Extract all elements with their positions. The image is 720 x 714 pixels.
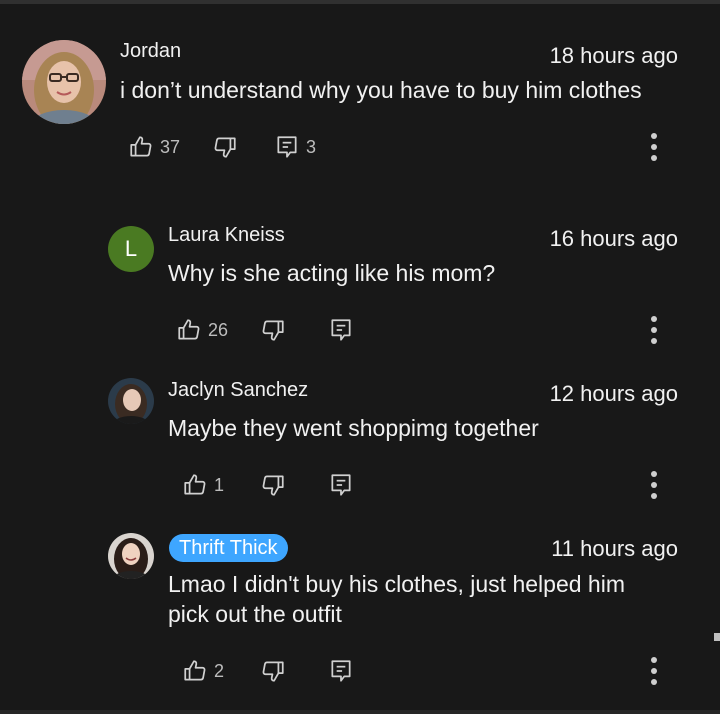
comment-timestamp[interactable]: 11 hours ago [551,536,678,562]
reply-button[interactable] [328,471,354,499]
top-divider [0,0,720,4]
thumbs-down-icon [260,472,286,498]
comment-author[interactable]: Jordan [120,40,181,63]
comment-text: Maybe they went shoppimg together [168,415,539,441]
creator-badge[interactable]: Thrift Thick [169,534,288,562]
comment-timestamp[interactable]: 16 hours ago [550,226,678,252]
comment-timestamp[interactable]: 18 hours ago [550,43,678,69]
more-vert-icon[interactable] [648,315,660,345]
like-count: 37 [160,136,181,157]
thumbs-up-icon [128,134,154,160]
thumbs-down-icon [260,317,286,343]
comment-actions: 26 [176,316,476,344]
more-vert-icon[interactable] [648,656,660,686]
comment-text: Lmao I didn't buy his clothes, just help… [168,569,625,629]
dislike-button[interactable] [260,316,286,344]
reply-icon [274,134,300,160]
thumbs-up-icon [182,472,208,498]
comment-actions: 2 [182,657,482,685]
avatar-letter: L [108,226,154,272]
comment-text-line: Lmao I didn't buy his clothes, just help… [168,571,625,597]
reply-icon [328,317,354,343]
avatar[interactable]: L [108,226,154,272]
like-count: 26 [208,319,229,340]
avatar[interactable] [22,40,106,124]
comment-actions: 1 [182,471,482,499]
reply-icon [328,658,354,684]
thumbs-down-icon [260,658,286,684]
thumbs-up-icon [182,658,208,684]
scrollbar[interactable] [714,633,720,641]
comment-actions: 37 3 [128,133,488,161]
like-button[interactable]: 37 [128,133,180,161]
comment-text: i don’t understand why you have to buy h… [120,77,642,103]
bottom-divider [0,710,720,714]
like-button[interactable]: 1 [182,471,224,499]
more-vert-icon[interactable] [648,470,660,500]
thumbs-up-icon [176,317,202,343]
reply-count: 3 [306,136,317,157]
like-count: 2 [214,660,225,681]
reply-button[interactable]: 3 [274,133,316,161]
avatar[interactable] [108,533,154,579]
reply-button[interactable] [328,657,354,685]
comment-timestamp[interactable]: 12 hours ago [550,381,678,407]
dislike-button[interactable] [260,471,286,499]
comment-text-line: pick out the outfit [168,601,342,627]
like-button[interactable]: 26 [176,316,228,344]
comment-author[interactable]: Jaclyn Sanchez [168,379,308,402]
reply-icon [328,472,354,498]
comment-author[interactable]: Laura Kneiss [168,224,285,247]
comment-text: Why is she acting like his mom? [168,260,496,286]
reply-button[interactable] [328,316,354,344]
more-vert-icon[interactable] [648,132,660,162]
avatar[interactable] [108,378,154,424]
like-count: 1 [214,474,225,495]
like-button[interactable]: 2 [182,657,224,685]
dislike-button[interactable] [212,133,238,161]
thumbs-down-icon [212,134,238,160]
dislike-button[interactable] [260,657,286,685]
